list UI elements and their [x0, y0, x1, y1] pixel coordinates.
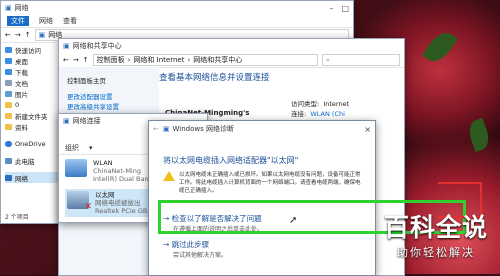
explorer-title: 网络 [14, 4, 29, 12]
network-icon [5, 174, 12, 181]
arrow-right-icon: → [163, 240, 172, 249]
watermark: 百科全说 助你轻松解决 [384, 208, 488, 260]
search-icon: ⌕ [326, 55, 330, 64]
option-title: 跳过此步骤 [171, 240, 210, 249]
watermark-subtitle: 助你轻松解决 [396, 246, 475, 259]
folder-icon [5, 101, 12, 108]
tab-file[interactable]: 文件 [7, 16, 29, 26]
diagnostics-heading: 将以太网电缆插入网络适配器"以太网" [163, 156, 299, 165]
network-connections-title: 网络连接 [72, 117, 101, 125]
watermark-title: 百科全说 [383, 213, 488, 242]
nav-item-downloads[interactable]: 下载 [5, 66, 65, 77]
network-icon: ▣ [63, 42, 70, 50]
back-icon[interactable]: ← [5, 31, 11, 39]
diagnostics-dialog: ← ▣ Windows 网络诊断 × 将以太网电缆插入网络适配器"以太网" 以太… [148, 120, 376, 276]
download-icon [5, 68, 12, 75]
forward-icon[interactable]: → [15, 31, 21, 39]
tab-network[interactable]: 网络 [39, 16, 53, 26]
diagnostics-icon: ▣ [162, 125, 170, 133]
link-control-panel-home[interactable]: 控制面板主页 [67, 75, 159, 91]
adapter-name: WLAN [93, 159, 113, 167]
network-details: 访问类型: Internet 连接: WLAN (Chi [291, 100, 350, 118]
nav-item-network[interactable]: 网络 [5, 172, 65, 183]
sharing-center-titlebar: ▣ 网络和共享中心 [59, 39, 404, 53]
error-x-icon: ✕ [84, 202, 92, 212]
chevron-down-icon: ▾ [89, 144, 93, 152]
ethernet-adapter-icon: ✕ [67, 191, 92, 212]
network-icon: ▣ [63, 117, 70, 125]
adapter-ethernet[interactable]: ✕ 以太网 网络电缆被拔出 Realtek PCIe GB [65, 189, 150, 217]
nav-item-materials[interactable]: 资料 [5, 121, 65, 132]
sharing-center-address-bar: ← → ↑ 控制面板 › 网络和 Internet › 网络和共享中心 ⌕ [59, 53, 404, 68]
maximize-icon[interactable]: □ [341, 4, 349, 13]
nav-item-this-pc[interactable]: 此电脑 [5, 155, 65, 166]
diagnostics-titlebar: ← ▣ Windows 网络诊断 × [149, 121, 375, 137]
network-icon: ▣ [38, 31, 46, 39]
nav-item-documents[interactable]: 文档 [5, 77, 65, 88]
adapter-name: 以太网 [95, 191, 115, 199]
search-input[interactable]: ⌕ [322, 54, 400, 66]
option-subtitle: 尝试其他解决方案。 [173, 252, 228, 259]
up-icon[interactable]: ↑ [83, 56, 89, 64]
nav-item-new-folder[interactable]: 新建文件夹 [5, 110, 65, 121]
computer-icon [5, 157, 12, 164]
tab-view[interactable]: 查看 [63, 16, 77, 26]
option-skip-step[interactable]: → 跳过此步骤 尝试其他解决方案。 [163, 239, 227, 259]
breadcrumb-item[interactable]: 控制面板 [97, 55, 125, 65]
explorer-ribbon: 文件 网络 查看 [1, 15, 353, 28]
minimize-icon[interactable]: – [329, 4, 333, 13]
breadcrumb-item[interactable]: 网络和 Internet [133, 55, 184, 65]
up-icon[interactable]: ↑ [25, 31, 31, 39]
page-title: 查看基本网络信息并设置连接 [159, 73, 270, 83]
warning-text: 以太网电缆未正确插入或已损坏。如果以太网电缆没有问题，设备可能正常工作。将此电缆… [179, 172, 361, 194]
link-change-advanced-sharing[interactable]: 更改高级共享设置 [67, 101, 159, 111]
back-icon[interactable]: ← [153, 125, 159, 133]
breadcrumb[interactable]: 控制面板 › 网络和 Internet › 网络和共享中心 [92, 54, 318, 66]
star-icon [5, 46, 12, 53]
diagnostics-title: Windows 网络诊断 [172, 125, 234, 133]
desktop-icon [5, 57, 12, 64]
explorer-titlebar: ▣ 网络 – □ [1, 1, 353, 15]
document-icon [5, 79, 12, 86]
picture-icon [5, 90, 12, 97]
access-type-value: Internet [323, 100, 350, 108]
connection-link[interactable]: WLAN (Chi [310, 110, 345, 118]
nav-item-onedrive[interactable]: OneDrive [5, 138, 65, 149]
nav-item-desktop[interactable]: 桌面 [5, 55, 65, 66]
sharing-center-title: 网络和共享中心 [72, 42, 122, 50]
breadcrumb-item[interactable]: 网络和共享中心 [193, 55, 242, 65]
folder-icon [5, 112, 12, 119]
back-icon[interactable]: ← [63, 56, 69, 64]
cloud-icon [5, 140, 12, 147]
organize-button[interactable]: 组织 [65, 143, 79, 153]
link-change-adapter-settings[interactable]: 更改适配器设置 [67, 91, 159, 101]
wifi-adapter-icon [65, 159, 87, 177]
adapter-wlan[interactable]: WLAN ChinaNet-Ming Intel(R) Dual Ban [65, 159, 149, 183]
diagnostics-warning: 以太网电缆未正确插入或已损坏。如果以太网电缆没有问题，设备可能正常工作。将此电缆… [163, 171, 363, 203]
nav-item-folder-0[interactable]: 0 [5, 99, 65, 110]
warning-icon [163, 171, 175, 181]
network-icon: ▣ [5, 4, 12, 12]
forward-icon[interactable]: → [73, 56, 79, 64]
navigation-pane: 快速访问 桌面 下载 文档 图片 0 新建文件夹 资料 OneDrive 此电脑… [1, 41, 65, 211]
status-text: 2 个项目 [5, 214, 29, 221]
nav-item-quick-access[interactable]: 快速访问 [5, 44, 65, 55]
folder-icon [5, 123, 12, 130]
close-icon[interactable]: × [364, 125, 371, 134]
nav-item-pictures[interactable]: 图片 [5, 88, 65, 99]
